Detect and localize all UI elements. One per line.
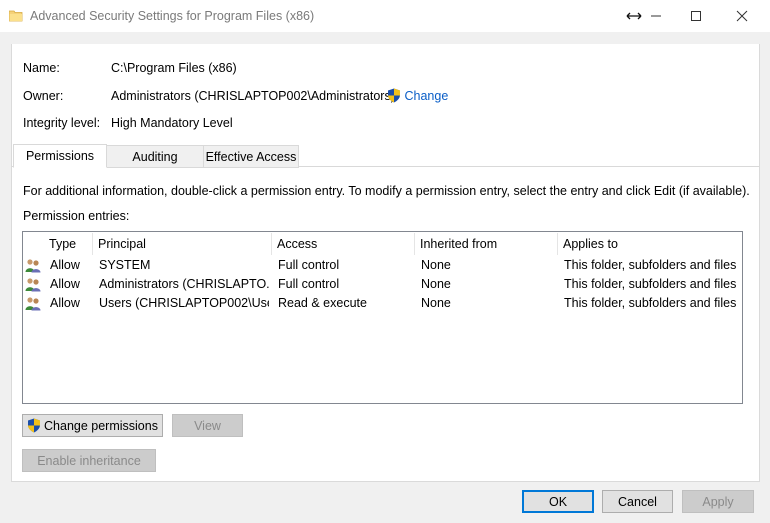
cell-access: Full control — [278, 258, 340, 272]
cell-principal: Administrators (CHRISLAPTO... — [99, 277, 269, 291]
users-icon — [25, 259, 41, 273]
cell-applies-to: This folder, subfolders and files — [564, 258, 737, 272]
name-value: C:\Program Files (x86) — [111, 61, 237, 75]
cell-access: Read & execute — [278, 296, 367, 310]
owner-value: Administrators (CHRISLAPTOP002\Administr… — [111, 89, 395, 103]
title-bar: Advanced Security Settings for Program F… — [0, 0, 770, 32]
table-row[interactable]: Allow Administrators (CHRISLAPTO... Full… — [23, 275, 742, 294]
maximize-icon — [691, 11, 701, 21]
window-title: Advanced Security Settings for Program F… — [30, 9, 315, 23]
column-header-applies-to[interactable]: Applies to — [558, 233, 743, 255]
uac-shield-icon — [28, 418, 41, 433]
column-header-inherited-from[interactable]: Inherited from — [415, 233, 558, 255]
maximize-button[interactable] — [673, 0, 719, 32]
name-label: Name: — [23, 61, 60, 75]
cell-type: Allow — [50, 277, 80, 291]
ok-button[interactable]: OK — [522, 490, 594, 513]
integrity-value: High Mandatory Level — [111, 116, 233, 130]
cell-applies-to: This folder, subfolders and files — [564, 277, 737, 291]
cell-principal: Users (CHRISLAPTOP002\Users) — [99, 296, 269, 310]
change-permissions-button[interactable]: Change permissions — [22, 414, 163, 437]
close-button[interactable] — [719, 0, 765, 32]
tab-effective-access[interactable]: Effective Access — [203, 145, 299, 168]
cell-type: Allow — [50, 296, 80, 310]
users-icon — [25, 297, 41, 311]
enable-inheritance-button[interactable]: Enable inheritance — [22, 449, 156, 472]
cell-inherited-from: None — [421, 296, 451, 310]
tab-permissions[interactable]: Permissions — [13, 144, 107, 168]
owner-change-label[interactable]: Change — [404, 89, 448, 103]
permission-entries-label: Permission entries: — [23, 209, 130, 223]
instructions-text: For additional information, double-click… — [23, 184, 750, 198]
cell-access: Full control — [278, 277, 340, 291]
cell-inherited-from: None — [421, 258, 451, 272]
cell-inherited-from: None — [421, 277, 451, 291]
column-header-principal[interactable]: Principal — [93, 233, 272, 255]
table-row[interactable]: Allow SYSTEM Full control None This fold… — [23, 256, 742, 275]
cell-applies-to: This folder, subfolders and files — [564, 296, 737, 310]
users-icon — [25, 278, 41, 292]
view-button[interactable]: View — [172, 414, 243, 437]
integrity-label: Integrity level: — [23, 116, 101, 130]
table-row[interactable]: Allow Users (CHRISLAPTOP002\Users) Read … — [23, 294, 742, 313]
change-permissions-label: Change permissions — [44, 418, 158, 433]
owner-label: Owner: — [23, 89, 64, 103]
uac-shield-icon — [388, 88, 400, 103]
folder-icon — [9, 10, 23, 22]
close-icon — [736, 10, 748, 22]
column-header-access[interactable]: Access — [272, 233, 415, 255]
owner-change-link[interactable]: Change — [387, 88, 448, 103]
cell-principal: SYSTEM — [99, 258, 151, 272]
permission-entries-list[interactable]: Type Principal Access Inherited from App… — [22, 231, 743, 404]
column-header-type[interactable]: Type — [44, 233, 93, 255]
cell-type: Allow — [50, 258, 80, 272]
cancel-button[interactable]: Cancel — [602, 490, 673, 513]
minimize-icon — [651, 15, 661, 17]
tab-auditing[interactable]: Auditing — [106, 145, 204, 168]
apply-button[interactable]: Apply — [682, 490, 754, 513]
